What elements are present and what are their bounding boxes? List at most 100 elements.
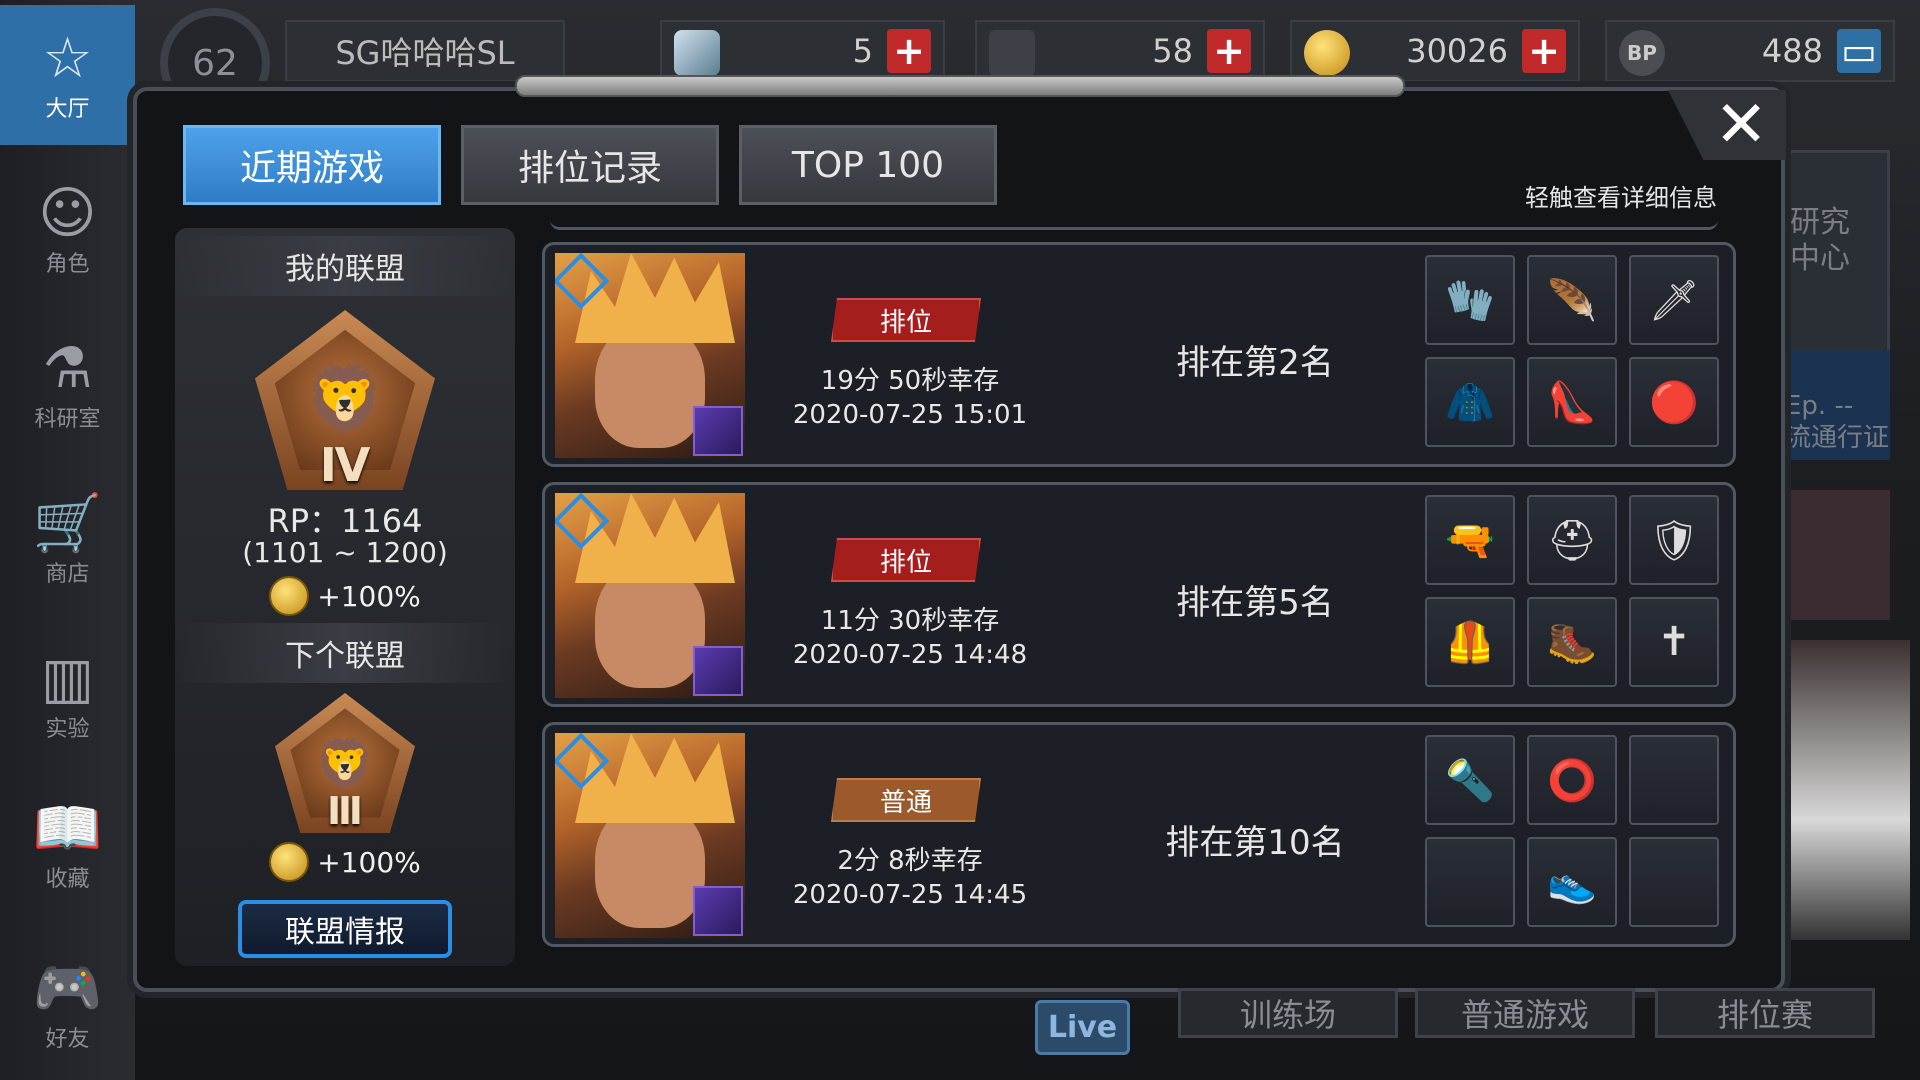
game-date: 2020-07-25 14:48: [792, 640, 1028, 670]
modal-scroll-handle: [515, 75, 1405, 97]
item-slot: ⭕: [1527, 735, 1617, 825]
list-prev-edge: [550, 220, 1718, 230]
nav-label: 大厅: [45, 97, 90, 122]
coin-icon: [269, 576, 310, 616]
ticket-value: 58: [1152, 32, 1193, 70]
item-slot: 👠: [1527, 357, 1617, 447]
bp-icon: BP: [1619, 30, 1665, 76]
item-slot: 🔴: [1629, 357, 1719, 447]
nav-label: 收藏: [45, 867, 90, 892]
ticket-counter: 58 +: [975, 20, 1265, 82]
character-portrait: [555, 733, 745, 938]
bp-counter: BP 488 ▭: [1605, 20, 1895, 82]
survive-time: 19分 50秒幸存: [820, 366, 1000, 396]
coin-icon: [269, 842, 310, 882]
game-date: 2020-07-25 14:45: [792, 880, 1028, 910]
league-info-button[interactable]: 联盟情报: [238, 900, 452, 958]
nav-character[interactable]: ☺ 角色: [0, 160, 135, 300]
game-date: 2020-07-25 15:01: [792, 400, 1028, 430]
item-grid: 🔫 ⛑ 🛡 🦺 🥾 ✝: [1425, 495, 1725, 695]
lab-center-text: 研究 中心: [1790, 205, 1850, 276]
weapon-badge-icon: [693, 406, 743, 456]
recent-games-list: 排位 19分 50秒幸存 2020-07-25 15:01 排在第2名 🧤 🪶 …: [542, 220, 1736, 965]
shop-cart-icon: 🛒: [32, 491, 103, 556]
item-slot: 🔦: [1425, 735, 1515, 825]
item-slot: 🧥: [1425, 357, 1515, 447]
item-grid: 🧤 🪶 🗡 🧥 👠 🔴: [1425, 255, 1725, 455]
nav-experiment[interactable]: ▥ 实验: [0, 625, 135, 765]
weapon-badge-icon: [693, 646, 743, 696]
book-open-icon: 📖: [32, 796, 103, 861]
add-tickets-button[interactable]: +: [1207, 29, 1251, 73]
next-league-title: 下个联盟: [175, 623, 515, 683]
mode-badge: 排位: [831, 538, 981, 582]
normal-game-button[interactable]: 普通游戏: [1415, 988, 1635, 1038]
survive-time: 11分 30秒幸存: [820, 606, 1000, 636]
left-nav: ☆ 大厅 ☺ 角色 ⚗ 科研室 🛒 商店 ▥ 实验 📖 收藏 🎮 好友: [0, 0, 135, 1080]
nav-collection[interactable]: 📖 收藏: [0, 775, 135, 915]
nav-label: 角色: [45, 252, 90, 277]
character-art: [1780, 640, 1910, 940]
pass-text: Ep. -- 流通行证: [1785, 391, 1890, 453]
item-slot: [1629, 837, 1719, 927]
my-coin-bonus: +100%: [175, 576, 515, 616]
weapon-badge-icon: [693, 886, 743, 936]
coin-value: 30026: [1406, 32, 1508, 70]
nav-lobby[interactable]: ☆ 大厅: [0, 5, 135, 145]
game-record-card[interactable]: 排位 11分 30秒幸存 2020-07-25 14:48 排在第5名 🔫 ⛑ …: [542, 482, 1736, 707]
item-slot: 🗡: [1629, 255, 1719, 345]
placement: 排在第2名: [1176, 343, 1334, 383]
tab-top100[interactable]: TOP 100: [739, 125, 997, 205]
league-panel: 我的联盟 🦁 Ⅳ RP：1164 (1101 ~ 1200) +100% 下个联…: [175, 228, 515, 966]
item-slot: ⛑: [1527, 495, 1617, 585]
my-bonus-value: +100%: [317, 579, 421, 613]
coin-icon: [1304, 30, 1350, 76]
books-icon: ▥: [41, 646, 94, 711]
bp-pass-button[interactable]: ▭: [1837, 29, 1881, 73]
coin-counter: 30026 +: [1290, 20, 1580, 82]
my-league-title: 我的联盟: [175, 236, 515, 296]
nav-label: 商店: [45, 562, 90, 587]
add-gems-button[interactable]: +: [887, 29, 931, 73]
character-portrait: [555, 493, 745, 698]
nav-label: 实验: [45, 717, 90, 742]
next-bonus-value: +100%: [317, 845, 421, 879]
gem-counter: 5 +: [660, 20, 945, 82]
live-button[interactable]: Live: [1035, 1000, 1130, 1055]
item-slot: 🧤: [1425, 255, 1515, 345]
training-button[interactable]: 训练场: [1178, 988, 1398, 1038]
lobby-icon: ☆: [42, 26, 93, 91]
nav-friends[interactable]: 🎮 好友: [0, 935, 135, 1075]
game-record-card[interactable]: 排位 19分 50秒幸存 2020-07-25 15:01 排在第2名 🧤 🪶 …: [542, 242, 1736, 467]
ticket-icon: [989, 30, 1035, 76]
lion-icon: 🦁: [305, 363, 385, 438]
item-slot: 🥾: [1527, 597, 1617, 687]
add-coins-button[interactable]: +: [1522, 29, 1566, 73]
bp-value: 488: [1761, 32, 1823, 70]
item-slot: 🛡: [1629, 495, 1719, 585]
nav-lab[interactable]: ⚗ 科研室: [0, 315, 135, 455]
tap-hint: 轻触查看详细信息: [1525, 184, 1717, 212]
mode-badge: 排位: [831, 298, 981, 342]
nav-shop[interactable]: 🛒 商店: [0, 470, 135, 610]
character-portrait: [555, 253, 745, 458]
item-slot: ✝: [1629, 597, 1719, 687]
lab-flask-icon: ⚗: [42, 336, 93, 401]
next-coin-bonus: +100%: [175, 842, 515, 882]
my-tier-numeral: Ⅳ: [319, 438, 371, 492]
placement: 排在第5名: [1176, 583, 1334, 623]
bg-panel: [1780, 490, 1890, 620]
game-record-card[interactable]: 普通 2分 8秒幸存 2020-07-25 14:45 排在第10名 🔦 ⭕ 👟: [542, 722, 1736, 947]
player-name[interactable]: SG哈哈哈SL: [285, 20, 565, 82]
item-slot: [1425, 837, 1515, 927]
gem-value: 5: [852, 32, 873, 70]
tab-ranked-records[interactable]: 排位记录: [461, 125, 719, 205]
ranked-button[interactable]: 排位赛: [1655, 988, 1875, 1038]
item-slot: [1629, 735, 1719, 825]
mode-badge: 普通: [831, 778, 981, 822]
item-slot: 🔫: [1425, 495, 1515, 585]
nav-label: 科研室: [34, 407, 101, 432]
my-league-badge: 🦁 Ⅳ: [255, 310, 435, 492]
tab-recent-games[interactable]: 近期游戏: [183, 125, 441, 205]
lion-icon: 🦁: [315, 735, 375, 792]
